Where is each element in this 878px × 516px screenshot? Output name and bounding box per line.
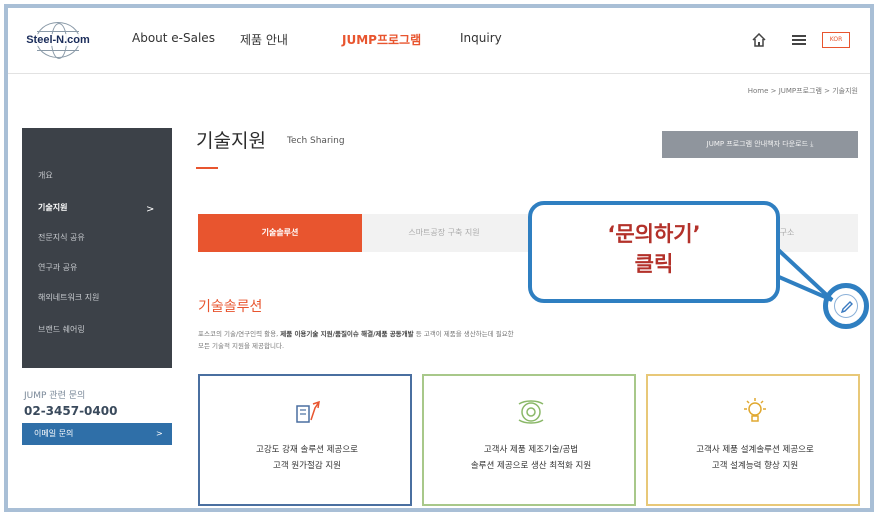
brochure-download-button[interactable]: JUMP 프로그램 안내책자 다운로드 ⤓ — [662, 131, 858, 158]
solution-card-manufacturing[interactable]: 고객사 제품 제조기술/공법 솔루션 제공으로 생산 최적화 지원 — [422, 374, 636, 506]
lightbulb-icon — [744, 398, 766, 422]
sidebar-item-research-sharing[interactable]: 연구과 공유 — [38, 262, 77, 273]
page-frame: Steel-N.com About e-Sales 제품 안내 JUMP프로그램… — [4, 4, 874, 512]
callout-box: ‘문의하기’ 클릭 — [528, 201, 780, 303]
chevron-right-icon: > — [146, 204, 155, 215]
sidebar-item-tech-support[interactable]: 기술지원 — [38, 202, 67, 213]
section-title: 기술솔루션 — [198, 299, 263, 315]
nav-inquiry[interactable]: Inquiry — [460, 31, 502, 45]
card-text: 고객사 제품 제조기술/공법 솔루션 제공으로 생산 최적화 지원 — [470, 445, 592, 471]
nav-product-guide[interactable]: 제품 안내 — [240, 31, 288, 48]
page-title: 기술지원 — [196, 130, 266, 152]
language-selector[interactable]: KOR — [822, 32, 850, 48]
home-icon[interactable] — [752, 32, 766, 47]
breadcrumb: Home > JUMP프로그램 > 기술지원 — [747, 87, 858, 95]
top-navigation-bar: Steel-N.com About e-Sales 제품 안내 JUMP프로그램… — [8, 8, 870, 74]
contact-label: JUMP 관련 문의 — [24, 391, 86, 401]
sidebar: 개요 기술지원 > 전문지식 공유 연구과 공유 해외네트워크 지원 브랜드 쉐… — [22, 128, 172, 368]
tab-tech-solution[interactable]: 기술솔루션 — [198, 214, 362, 252]
description-text: 등 고객이 제품을 생산하는데 필요한 — [413, 330, 514, 338]
description-bold: 제품 이용기술 지원/품질이슈 해결/제품 공동개발 — [280, 330, 414, 338]
site-logo[interactable]: Steel-N.com — [22, 22, 94, 59]
sidebar-item-knowledge-sharing[interactable]: 전문지식 공유 — [38, 232, 85, 243]
card-text: 고강도 강재 솔루션 제공으로 고객 원가절감 지원 — [256, 445, 358, 471]
card-text: 고객사 제품 설계솔루션 제공으로 고객 설계능력 향상 지원 — [696, 445, 814, 471]
email-inquiry-button[interactable]: 이메일 문의 > — [22, 423, 172, 445]
sidebar-item-brand-sharing[interactable]: 브랜드 쉐어링 — [38, 324, 85, 335]
sidebar-item-global-network[interactable]: 해외네트워크 지원 — [38, 292, 99, 303]
chevron-right-icon: > — [156, 429, 163, 438]
nav-about-esales[interactable]: About e-Sales — [132, 31, 215, 45]
description-text: 포스코의 기술/연구인력 활용, — [198, 330, 281, 338]
solution-card-design[interactable]: 고객사 제품 설계솔루션 제공으로 고객 설계능력 향상 지원 — [646, 374, 860, 506]
menu-icon[interactable] — [792, 35, 806, 45]
section-description: 포스코의 기술/연구인력 활용, 제품 이용기술 지원/품질이슈 해결/제품 공… — [198, 328, 758, 352]
callout-text: ‘문의하기’ 클릭 — [607, 222, 701, 276]
contact-phone: 02-3457-0400 — [24, 404, 118, 418]
solution-card-cost[interactable]: 고강도 강재 솔루션 제공으로 고객 원가절감 지원 — [198, 374, 412, 506]
callout-tail — [772, 244, 834, 302]
logo-text: Steel-N.com — [22, 34, 94, 46]
email-button-label: 이메일 문의 — [34, 429, 74, 438]
manufacturing-icon — [518, 400, 544, 424]
page-subtitle: Tech Sharing — [287, 136, 345, 146]
description-text: 모든 기술적 지원을 제공합니다. — [198, 342, 285, 350]
nav-jump-program[interactable]: JUMP프로그램 — [342, 31, 421, 48]
sidebar-item-overview[interactable]: 개요 — [38, 170, 53, 181]
steel-solution-icon — [296, 400, 320, 423]
tab-smart-factory[interactable]: 스마트공장 구축 지원 — [362, 214, 526, 252]
title-underline — [196, 167, 218, 169]
